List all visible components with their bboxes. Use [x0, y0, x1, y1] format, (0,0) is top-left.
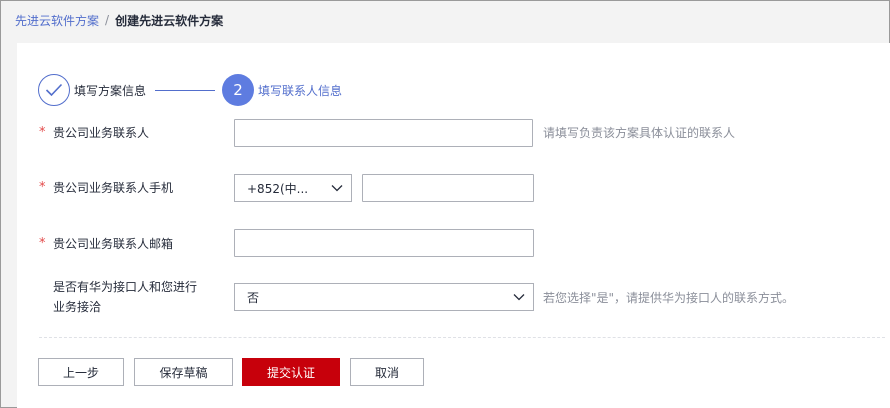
contact-email-label-text: 贵公司业务联系人邮箱	[53, 237, 174, 251]
contact-name-hint: 请填写负责该方案具体认证的联系人	[543, 126, 736, 140]
contact-name-label-text: 贵公司业务联系人	[53, 126, 150, 140]
step-1-circle	[38, 74, 70, 106]
cancel-button[interactable]: 取消	[350, 358, 424, 386]
chevron-down-icon	[505, 283, 533, 311]
huawei-contact-value: 否	[247, 290, 260, 305]
huawei-contact-label: 是否有华为接口人和您进行 业务接洽	[53, 277, 197, 317]
required-mark: *	[39, 236, 46, 251]
breadcrumb: 先进云软件方案 / 创建先进云软件方案	[15, 11, 223, 29]
contact-phone-input[interactable]	[362, 174, 534, 202]
contact-phone-label: * 贵公司业务联系人手机	[39, 179, 173, 196]
prev-step-button[interactable]: 上一步	[38, 358, 124, 386]
submit-button[interactable]: 提交认证	[242, 358, 340, 386]
country-code-value: +852(中...	[247, 181, 309, 196]
contact-name-input[interactable]	[234, 119, 533, 147]
check-icon	[45, 83, 63, 97]
contact-email-label: * 贵公司业务联系人邮箱	[39, 235, 173, 252]
required-mark: *	[39, 125, 46, 140]
page-frame: 先进云软件方案 / 创建先进云软件方案 填写方案信息 2 填写联系人信息 * 贵…	[0, 0, 890, 408]
huawei-contact-label-line1: 是否有华为接口人和您进行	[53, 280, 198, 294]
huawei-contact-hint: 若您选择"是"，请提供华为接口人的联系方式。	[543, 291, 795, 305]
step-2-circle: 2	[222, 74, 254, 106]
chevron-down-icon	[323, 174, 351, 202]
huawei-contact-label-line2: 业务接洽	[53, 300, 102, 314]
huawei-contact-select[interactable]: 否	[234, 283, 534, 311]
save-draft-button[interactable]: 保存草稿	[134, 358, 233, 386]
required-mark: *	[39, 180, 46, 195]
divider	[39, 337, 885, 338]
step-connector	[155, 90, 215, 91]
step-2-number: 2	[233, 81, 243, 99]
country-code-select[interactable]: +852(中...	[234, 174, 352, 202]
breadcrumb-separator: /	[105, 13, 110, 27]
breadcrumb-parent-link[interactable]: 先进云软件方案	[15, 12, 99, 29]
step-1-label: 填写方案信息	[74, 84, 147, 98]
contact-phone-label-text: 贵公司业务联系人手机	[53, 181, 174, 195]
contact-name-label: * 贵公司业务联系人	[39, 124, 149, 141]
breadcrumb-current: 创建先进云软件方案	[115, 13, 224, 28]
form-card: 填写方案信息 2 填写联系人信息 * 贵公司业务联系人 请填写负责该方案具体认证…	[17, 43, 890, 408]
step-2-label: 填写联系人信息	[258, 84, 343, 98]
contact-email-input[interactable]	[234, 229, 534, 257]
